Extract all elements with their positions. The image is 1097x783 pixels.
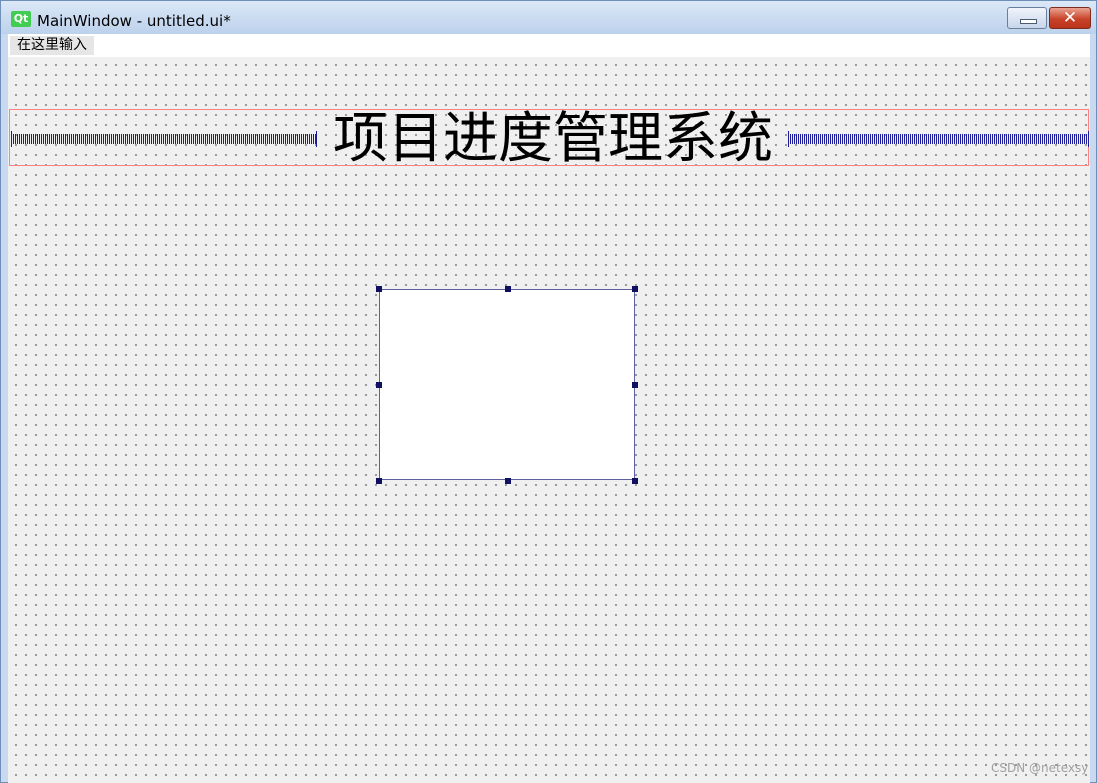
resize-handle-top[interactable] xyxy=(505,286,511,292)
resize-handle-bottom[interactable] xyxy=(505,478,511,484)
resize-handle-bottom-left[interactable] xyxy=(376,478,382,484)
menu-item-type-here[interactable]: 在这里输入 xyxy=(10,36,94,55)
horizontal-layout[interactable]: 项目进度管理系统 xyxy=(9,109,1089,167)
qt-logo-icon: Qt xyxy=(11,11,31,27)
resize-handle-bottom-right[interactable] xyxy=(632,478,638,484)
horizontal-spacer-right[interactable] xyxy=(788,131,1089,147)
minimize-button[interactable] xyxy=(1007,7,1047,29)
minimize-icon xyxy=(1020,19,1037,24)
resize-handle-top-right[interactable] xyxy=(632,286,638,292)
window-title: MainWindow - untitled.ui* xyxy=(37,12,231,30)
watermark-text: CSDN @netexsy xyxy=(991,761,1089,775)
close-button[interactable]: ✕ xyxy=(1049,7,1091,29)
main-window: Qt MainWindow - untitled.ui* ✕ 在这里输入 项目进… xyxy=(0,0,1097,783)
heading-label[interactable]: 项目进度管理系统 xyxy=(324,110,782,167)
horizontal-spacer-left[interactable] xyxy=(11,131,317,147)
form-canvas[interactable]: 项目进度管理系统 xyxy=(8,57,1090,777)
selected-widget[interactable] xyxy=(376,286,638,484)
resize-handle-left[interactable] xyxy=(376,382,382,388)
resize-handle-top-left[interactable] xyxy=(376,286,382,292)
menu-bar: 在这里输入 xyxy=(8,34,1090,57)
resize-handle-right[interactable] xyxy=(632,382,638,388)
status-bar xyxy=(8,777,1090,783)
title-bar[interactable]: Qt MainWindow - untitled.ui* ✕ xyxy=(1,1,1096,34)
close-icon: ✕ xyxy=(1062,8,1078,28)
